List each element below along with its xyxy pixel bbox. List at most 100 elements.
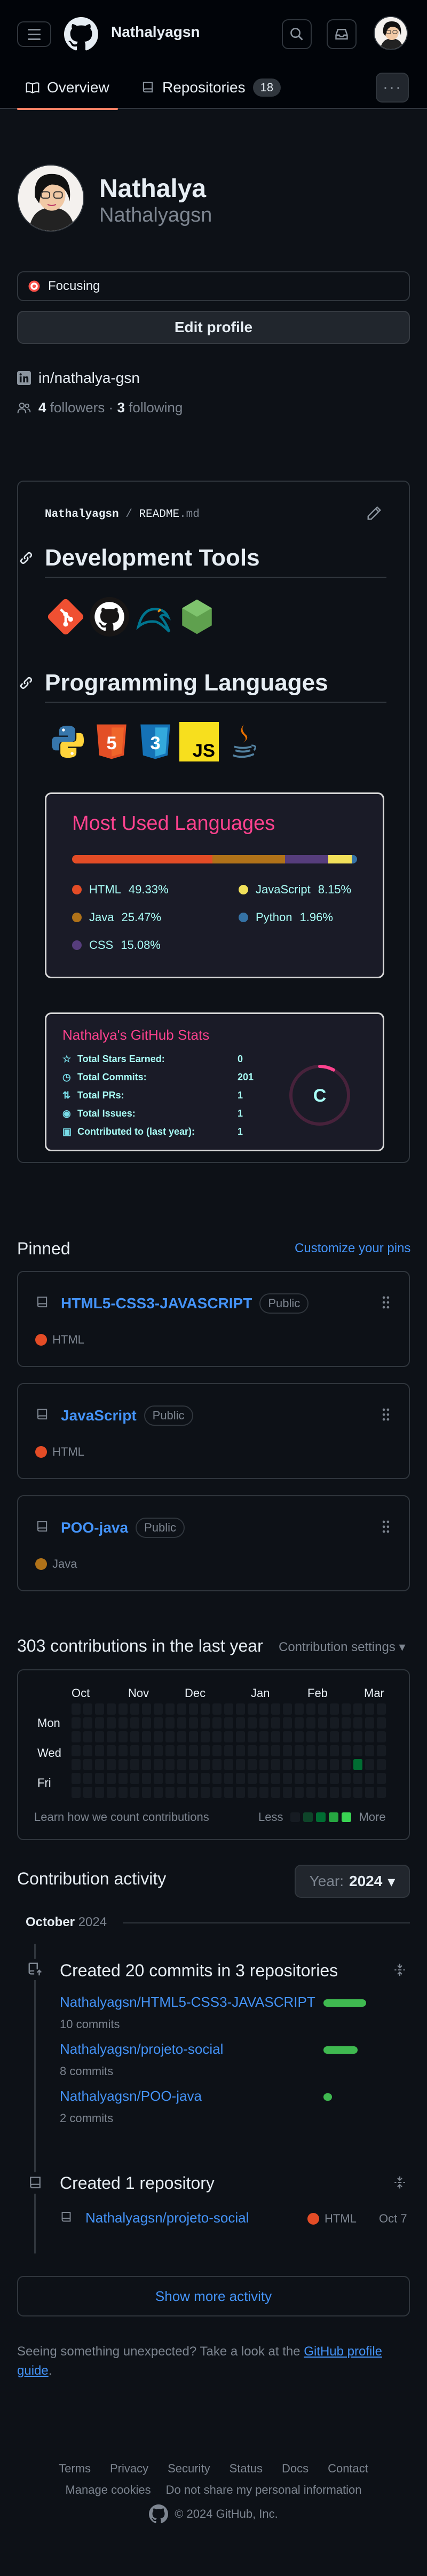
calendar-cell[interactable] [118,1703,128,1715]
footer-link[interactable]: Manage cookies [65,2483,151,2497]
calendar-cell[interactable] [83,1773,92,1784]
calendar-cell[interactable] [318,1745,327,1756]
calendar-cell[interactable] [306,1759,315,1770]
calendar-cell[interactable] [154,1703,163,1715]
calendar-cell[interactable] [107,1745,116,1756]
calendar-cell[interactable] [107,1759,116,1770]
calendar-cell[interactable] [295,1731,304,1742]
drag-handle-icon[interactable] [381,1295,391,1312]
calendar-cell[interactable] [83,1731,92,1742]
calendar-cell[interactable] [353,1773,362,1784]
calendar-cell[interactable] [118,1759,128,1770]
calendar-cell[interactable] [107,1773,116,1784]
calendar-cell[interactable] [177,1759,186,1770]
calendar-cell[interactable] [154,1759,163,1770]
calendar-cell[interactable] [212,1745,222,1756]
customize-pins-link[interactable]: Customize your pins [295,1241,410,1256]
calendar-cell[interactable] [118,1773,128,1784]
calendar-cell[interactable] [295,1745,304,1756]
tab-repositories[interactable]: Repositories 18 [141,74,281,101]
calendar-cell[interactable] [259,1773,268,1784]
calendar-cell[interactable] [107,1787,116,1798]
calendar-cell[interactable] [189,1745,198,1756]
calendar-cell[interactable] [306,1787,315,1798]
calendar-cell[interactable] [259,1745,268,1756]
github-mark-icon[interactable] [149,2504,169,2524]
calendar-cell[interactable] [177,1745,186,1756]
calendar-cell[interactable] [271,1745,280,1756]
footer-link[interactable]: Docs [282,2462,309,2476]
user-avatar[interactable] [374,16,408,50]
commit-repo-link[interactable]: Nathalyagsn/HTML5-CSS3-JAVASCRIPT [60,1994,315,2010]
calendar-cell[interactable] [212,1759,222,1770]
calendar-cell[interactable] [165,1787,175,1798]
calendar-cell[interactable] [189,1759,198,1770]
calendar-cell[interactable] [130,1731,139,1742]
calendar-cell[interactable] [83,1703,92,1715]
calendar-cell[interactable] [259,1759,268,1770]
calendar-cell[interactable] [95,1731,104,1742]
calendar-cell[interactable] [283,1759,292,1770]
following-label[interactable]: following [129,399,183,415]
calendar-cell[interactable] [236,1717,245,1729]
calendar-cell[interactable] [165,1731,175,1742]
commit-repo-link[interactable]: Nathalyagsn/projeto-social [60,2041,223,2057]
calendar-cell[interactable] [377,1745,386,1756]
calendar-cell[interactable] [377,1703,386,1715]
followers-count[interactable]: 4 [38,399,46,415]
calendar-cell[interactable] [377,1773,386,1784]
tab-overview[interactable]: Overview [17,74,118,110]
calendar-cell[interactable] [365,1745,374,1756]
calendar-cell[interactable] [224,1759,233,1770]
calendar-cell[interactable] [283,1787,292,1798]
calendar-cell[interactable] [248,1731,257,1742]
calendar-cell[interactable] [224,1717,233,1729]
calendar-cell[interactable] [154,1731,163,1742]
calendar-cell[interactable] [283,1745,292,1756]
profile-avatar[interactable] [17,164,84,232]
commit-count[interactable]: 2 commits [60,2111,113,2125]
calendar-cell[interactable] [248,1773,257,1784]
calendar-cell[interactable] [165,1759,175,1770]
calendar-cell[interactable] [130,1703,139,1715]
calendar-cell[interactable] [248,1787,257,1798]
calendar-cell[interactable] [365,1759,374,1770]
footer-link[interactable]: Security [168,2462,210,2476]
calendar-cell[interactable] [236,1745,245,1756]
footer-link[interactable]: Terms [59,2462,91,2476]
pinned-repo-card[interactable]: POO-java Public Java [17,1495,410,1591]
calendar-cell[interactable] [165,1703,175,1715]
drag-handle-icon[interactable] [381,1520,391,1536]
calendar-cell[interactable] [72,1773,81,1784]
calendar-cell[interactable] [271,1717,280,1729]
calendar-cell[interactable] [72,1717,81,1729]
calendar-cell[interactable] [72,1703,81,1715]
calendar-cell[interactable] [283,1773,292,1784]
calendar-cell[interactable] [330,1759,339,1770]
more-tabs-button[interactable]: ··· [376,73,409,103]
show-more-activity-button[interactable]: Show more activity [17,2276,410,2316]
calendar-cell[interactable] [306,1773,315,1784]
pinned-repo-link[interactable]: HTML5-CSS3-JAVASCRIPT [61,1295,252,1312]
calendar-cell[interactable] [72,1745,81,1756]
calendar-cell[interactable] [342,1759,351,1770]
calendar-cell[interactable] [224,1703,233,1715]
menu-button[interactable] [17,21,51,47]
calendar-cell[interactable] [377,1717,386,1729]
calendar-cell[interactable] [95,1703,104,1715]
calendar-cell[interactable] [342,1787,351,1798]
footer-link[interactable]: Privacy [110,2462,148,2476]
created-repo-link[interactable]: Nathalyagsn/projeto-social [85,2210,249,2226]
calendar-cell[interactable] [306,1731,315,1742]
calendar-cell[interactable] [130,1717,139,1729]
calendar-cell[interactable] [377,1787,386,1798]
calendar-cell[interactable] [212,1703,222,1715]
calendar-cell[interactable] [189,1787,198,1798]
calendar-cell[interactable] [83,1759,92,1770]
calendar-cell[interactable] [236,1787,245,1798]
commit-count[interactable]: 10 commits [60,2017,120,2031]
calendar-cell[interactable] [201,1703,210,1715]
calendar-cell[interactable] [72,1787,81,1798]
calendar-cell[interactable] [95,1773,104,1784]
calendar-cell[interactable] [365,1773,374,1784]
